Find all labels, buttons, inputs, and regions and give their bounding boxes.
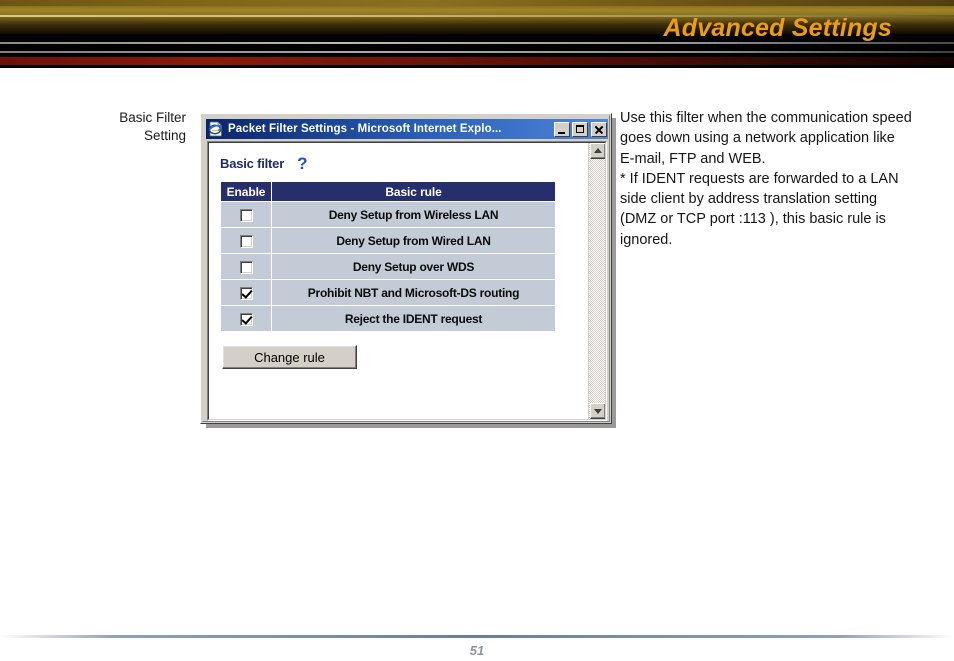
packet-filter-page: Basic filter ? Enable Basic rule Deny Se… <box>209 143 589 419</box>
page-title: Advanced Settings <box>663 14 892 42</box>
window-maximize-button[interactable] <box>572 121 588 137</box>
basic-filter-heading: Basic filter ? <box>220 155 589 172</box>
window-titlebar[interactable]: Packet Filter Settings - Microsoft Inter… <box>206 119 608 139</box>
maximize-icon <box>576 124 584 133</box>
rule-table-body: Deny Setup from Wireless LAN Deny Setup f… <box>221 202 555 331</box>
scroll-down-arrow-icon <box>594 409 602 414</box>
description-paragraph-2: * If IDENT requests are forwarded to a L… <box>620 170 899 248</box>
help-question-icon[interactable]: ? <box>297 155 307 172</box>
table-row: Deny Setup over WDS <box>221 254 555 279</box>
rule-checkbox-unchecked[interactable] <box>239 260 253 274</box>
browser-window: Packet Filter Settings - Microsoft Inter… <box>200 113 612 424</box>
description-paragraph-1: Use this filter when the communication s… <box>620 110 912 167</box>
footer-divider <box>0 635 954 638</box>
page-banner: Advanced Settings <box>0 0 954 68</box>
scrollbar-down-button[interactable] <box>590 403 605 419</box>
side-label-line-2: Setting <box>143 128 186 143</box>
rule-label-cell: Deny Setup from Wireless LAN <box>272 202 555 227</box>
rule-checkbox-unchecked[interactable] <box>239 208 253 222</box>
basic-filter-title: Basic filter <box>220 156 285 171</box>
browser-client-area: Basic filter ? Enable Basic rule Deny Se… <box>207 141 607 421</box>
internet-explorer-icon <box>208 121 224 137</box>
browser-document-viewport: Basic filter ? Enable Basic rule Deny Se… <box>208 142 606 420</box>
description-block: Use this filter when the communication s… <box>620 108 912 250</box>
rule-label-cell: Prohibit NBT and Microsoft-DS routing <box>272 280 555 305</box>
table-row: Deny Setup from Wired LAN <box>221 228 555 253</box>
rule-table-head: Enable Basic rule <box>221 182 555 201</box>
rule-checkbox-unchecked[interactable] <box>239 234 253 248</box>
banner-band-black-4 <box>0 65 954 68</box>
page-number: 51 <box>469 643 485 658</box>
table-row: Prohibit NBT and Microsoft-DS routing <box>221 280 555 305</box>
basic-rule-table: Enable Basic rule Deny Setup from Wirele… <box>220 181 556 332</box>
rule-enable-cell <box>221 202 271 227</box>
browser-window-frame: Packet Filter Settings - Microsoft Inter… <box>202 115 610 422</box>
rule-checkbox-checked[interactable] <box>239 286 253 300</box>
page-root: Advanced Settings Basic Filter Setting U… <box>0 0 954 661</box>
scroll-up-arrow-icon <box>594 148 602 153</box>
rule-label-cell: Reject the IDENT request <box>272 306 555 331</box>
table-row: Deny Setup from Wireless LAN <box>221 202 555 227</box>
rule-enable-cell <box>221 228 271 253</box>
rule-enable-cell <box>221 280 271 305</box>
window-title-text: Packet Filter Settings - Microsoft Inter… <box>228 123 502 135</box>
minimize-icon <box>558 131 565 134</box>
side-label-line-1: Basic Filter <box>119 110 186 125</box>
column-header-basic-rule: Basic rule <box>272 182 555 201</box>
rule-label-cell: Deny Setup from Wired LAN <box>272 228 555 253</box>
rule-checkbox-checked[interactable] <box>239 312 253 326</box>
banner-band-black-2 <box>0 44 954 51</box>
section-side-label: Basic Filter Setting <box>60 109 186 145</box>
rule-enable-cell <box>221 254 271 279</box>
table-row: Reject the IDENT request <box>221 306 555 331</box>
vertical-scrollbar[interactable] <box>588 143 605 419</box>
window-close-button[interactable] <box>591 121 607 137</box>
column-header-enable: Enable <box>221 182 271 201</box>
rule-enable-cell <box>221 306 271 331</box>
scrollbar-up-button[interactable] <box>590 143 605 159</box>
window-minimize-button[interactable] <box>554 121 570 137</box>
rule-table-header-row: Enable Basic rule <box>221 182 555 201</box>
change-rule-button[interactable]: Change rule <box>222 345 357 369</box>
rule-label-cell: Deny Setup over WDS <box>272 254 555 279</box>
banner-band-red <box>0 57 954 65</box>
